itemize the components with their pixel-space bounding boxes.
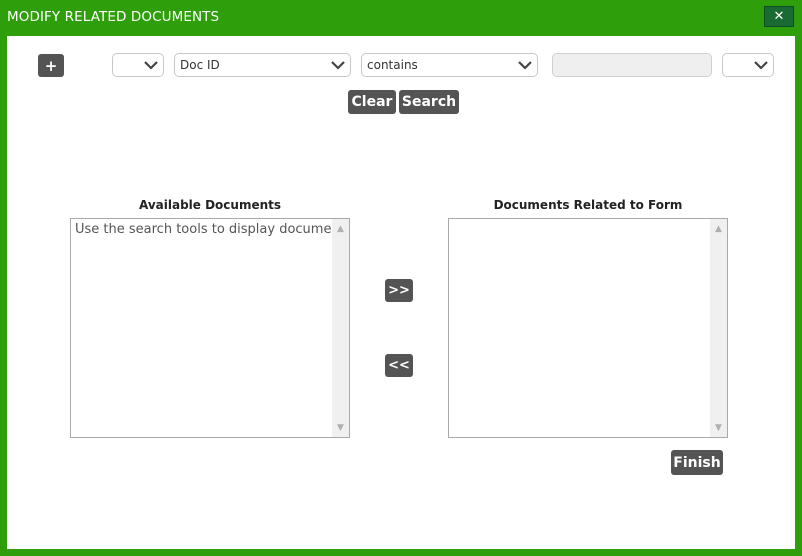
available-documents-placeholder: Use the search tools to display documen — [75, 222, 340, 237]
available-documents-scrollbar[interactable]: ▲ ▼ — [332, 219, 349, 437]
field-select-value: Doc ID — [180, 58, 220, 72]
scroll-down-icon[interactable]: ▼ — [710, 420, 727, 435]
logic-select[interactable] — [112, 53, 164, 77]
available-documents-title: Available Documents — [138, 198, 282, 212]
chevron-down-icon — [331, 61, 345, 70]
related-documents-scrollbar[interactable]: ▲ ▼ — [710, 219, 727, 437]
plus-icon: + — [44, 56, 58, 75]
search-value-input[interactable] — [552, 53, 712, 77]
field-select[interactable]: Doc ID — [174, 53, 351, 77]
search-button[interactable]: Search — [399, 90, 459, 114]
scroll-down-icon[interactable]: ▼ — [332, 420, 349, 435]
add-to-related-button[interactable]: >> — [385, 279, 413, 302]
close-icon: ✕ — [773, 9, 785, 24]
related-documents-title: Documents Related to Form — [493, 198, 683, 212]
add-criteria-button[interactable]: + — [38, 54, 64, 77]
operator-select-value: contains — [367, 58, 418, 72]
chevron-down-icon — [518, 61, 532, 70]
available-documents-list[interactable]: Use the search tools to display documen … — [70, 218, 350, 438]
extra-select[interactable] — [722, 53, 774, 77]
close-button[interactable]: ✕ — [764, 6, 794, 27]
scroll-up-icon[interactable]: ▲ — [710, 221, 727, 236]
clear-button[interactable]: Clear — [348, 90, 396, 114]
chevron-down-icon — [754, 61, 768, 70]
finish-button[interactable]: Finish — [671, 450, 723, 475]
remove-from-related-button[interactable]: << — [385, 354, 413, 377]
operator-select[interactable]: contains — [361, 53, 538, 77]
related-documents-list[interactable]: ▲ ▼ — [448, 218, 728, 438]
modify-related-documents-dialog: MODIFY RELATED DOCUMENTS ✕ + Doc ID cont… — [0, 0, 802, 556]
scroll-up-icon[interactable]: ▲ — [332, 221, 349, 236]
dialog-title: MODIFY RELATED DOCUMENTS — [7, 9, 220, 25]
dialog-content: + Doc ID contains Clear Search Available… — [7, 36, 795, 549]
title-bar: MODIFY RELATED DOCUMENTS ✕ — [0, 0, 802, 35]
chevron-down-icon — [144, 61, 158, 70]
